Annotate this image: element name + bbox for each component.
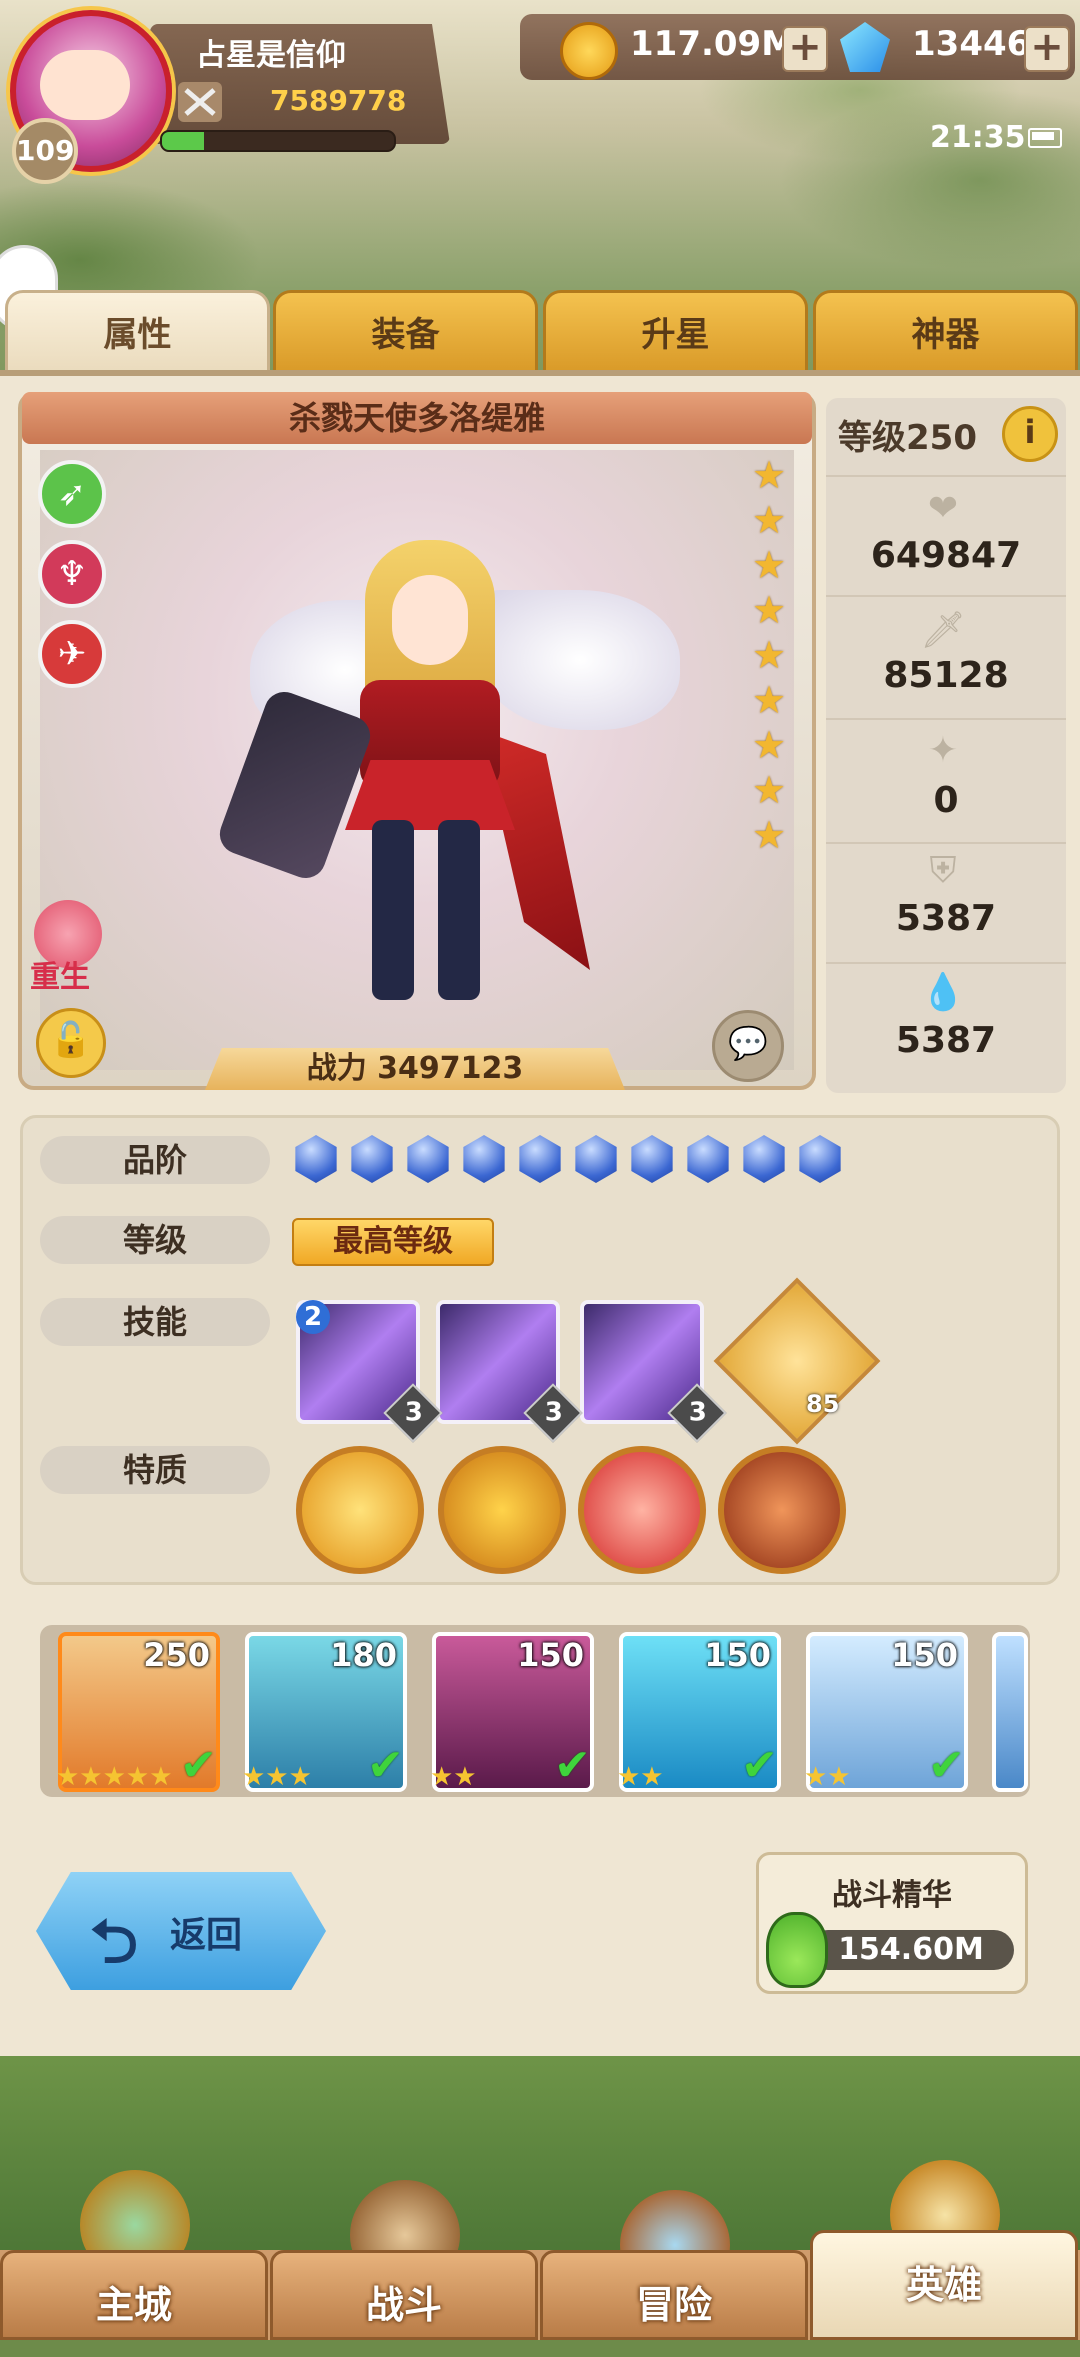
star-icon: ★ (752, 633, 787, 677)
gold-coin-icon (560, 22, 618, 80)
skill-label: 技能 (40, 1298, 270, 1346)
clock-time: 21:35 (930, 120, 1026, 155)
hero-skirt-art (345, 760, 515, 830)
info-button[interactable]: i (1002, 406, 1058, 462)
essence-value: 154.60M (808, 1930, 1014, 1970)
rebirth-label[interactable]: 重生 (30, 952, 90, 996)
star-icon: ★ (752, 543, 787, 587)
check-icon: ✔ (741, 1740, 778, 1791)
gold-amount: 117.09M (630, 24, 796, 64)
faction-icon[interactable]: ♆ (38, 540, 106, 608)
player-power: 7589778 (270, 84, 407, 117)
add-gems-button[interactable]: + (1024, 26, 1070, 72)
hero-left-leg-art (372, 820, 414, 1000)
player-name: 占星是信仰 (196, 38, 346, 73)
nav-heroes[interactable]: 英雄 (810, 2230, 1078, 2340)
roster-hero-6-partial[interactable] (992, 1632, 1028, 1792)
star-icon: ★ (752, 678, 787, 722)
roster-hero-3-level: 150 (517, 1636, 584, 1674)
hero-name: 杀戮天使多洛缇雅 (22, 392, 812, 444)
tab-attributes[interactable]: 属性 (5, 290, 270, 375)
hero-battle-power: 战力 3497123 (205, 1048, 625, 1090)
stat-hp-value: 649847 (870, 535, 1022, 576)
right-wing-art (480, 590, 680, 730)
star-icon: ★ (752, 453, 787, 497)
roster-hero-3-stars: ★★ (430, 1762, 477, 1792)
nav-battle[interactable]: 战斗 (270, 2250, 538, 2340)
battery-level (1032, 132, 1054, 140)
sword-icon: 🗡 (920, 610, 966, 651)
level-label: 等级 (40, 1216, 270, 1264)
trait-3-icon[interactable] (578, 1446, 706, 1574)
max-level-badge: 最高等级 (292, 1218, 494, 1266)
roster-hero-4-stars: ★★ (617, 1762, 664, 1792)
experience-bar (160, 130, 396, 152)
nav-adventure[interactable]: 冒险 (540, 2250, 808, 2340)
stat-resist-value: 5387 (895, 1020, 997, 1061)
heart-icon: ❤ (927, 488, 959, 529)
grade-label: 品阶 (40, 1136, 270, 1184)
player-level-badge: 109 (12, 118, 78, 184)
roster-hero-5-stars: ★★ (804, 1762, 851, 1792)
roster-hero-4-level: 150 (704, 1636, 771, 1674)
tab-star-upgrade[interactable]: 升星 (543, 290, 808, 375)
star-icon: ★ (752, 813, 787, 857)
bow-class-icon[interactable]: ➶ (38, 460, 106, 528)
roster-hero-1-level: 250 (143, 1636, 210, 1674)
stat-armor-value: 5387 (895, 898, 997, 939)
trait-1-icon[interactable] (296, 1446, 424, 1574)
star-icon: ★ (752, 723, 787, 767)
star-icon: ★ (752, 768, 787, 812)
check-icon: ✔ (554, 1740, 591, 1791)
hero-level: 等级250 (838, 418, 977, 458)
tab-artifact[interactable]: 神器 (813, 290, 1078, 375)
nav-main-city[interactable]: 主城 (0, 2250, 268, 2340)
tab-equipment[interactable]: 装备 (273, 290, 538, 375)
lock-open-icon[interactable]: 🔓 (36, 1008, 106, 1078)
gem-amount: 13446 (912, 24, 1031, 64)
stat-attack-value: 85128 (883, 655, 1009, 696)
roster-hero-2-level: 180 (330, 1636, 397, 1674)
potion-icon (766, 1912, 828, 1988)
add-gold-button[interactable]: + (782, 26, 828, 72)
trait-2-icon[interactable] (438, 1446, 566, 1574)
skill-upgrade-badge: 2 (296, 1300, 330, 1334)
stat-crit-value: 0 (933, 780, 959, 821)
trait-label: 特质 (40, 1446, 270, 1494)
trait-4-icon[interactable] (718, 1446, 846, 1574)
comment-icon[interactable]: 💬 (712, 1010, 784, 1082)
hero-right-leg-art (438, 820, 480, 1000)
crossed-swords-icon (178, 82, 222, 122)
star-icon: ★ (752, 498, 787, 542)
drop-icon: 💧 (920, 972, 966, 1013)
star-icon: ★ (752, 588, 787, 632)
roster-hero-2-stars: ★★★ (242, 1762, 312, 1792)
check-icon: ✔ (367, 1740, 404, 1791)
back-arrow-icon: ⮌ (90, 1907, 139, 1977)
check-icon: ✔ (180, 1740, 217, 1791)
check-icon: ✔ (928, 1740, 965, 1791)
avatar-face-icon (40, 50, 130, 120)
rocket-role-icon[interactable]: ✈ (38, 620, 106, 688)
essence-title: 战斗精华 (832, 1878, 952, 1913)
hero-face-art (392, 575, 468, 665)
star-icon: ✦ (927, 730, 959, 771)
roster-hero-5-level: 150 (891, 1636, 958, 1674)
shield-icon: ⛨ (929, 850, 957, 891)
roster-hero-1-stars: ★★★★★ (56, 1762, 173, 1792)
passive-level: 85 (806, 1390, 840, 1418)
back-button-label[interactable]: 返回 (170, 1906, 242, 1958)
